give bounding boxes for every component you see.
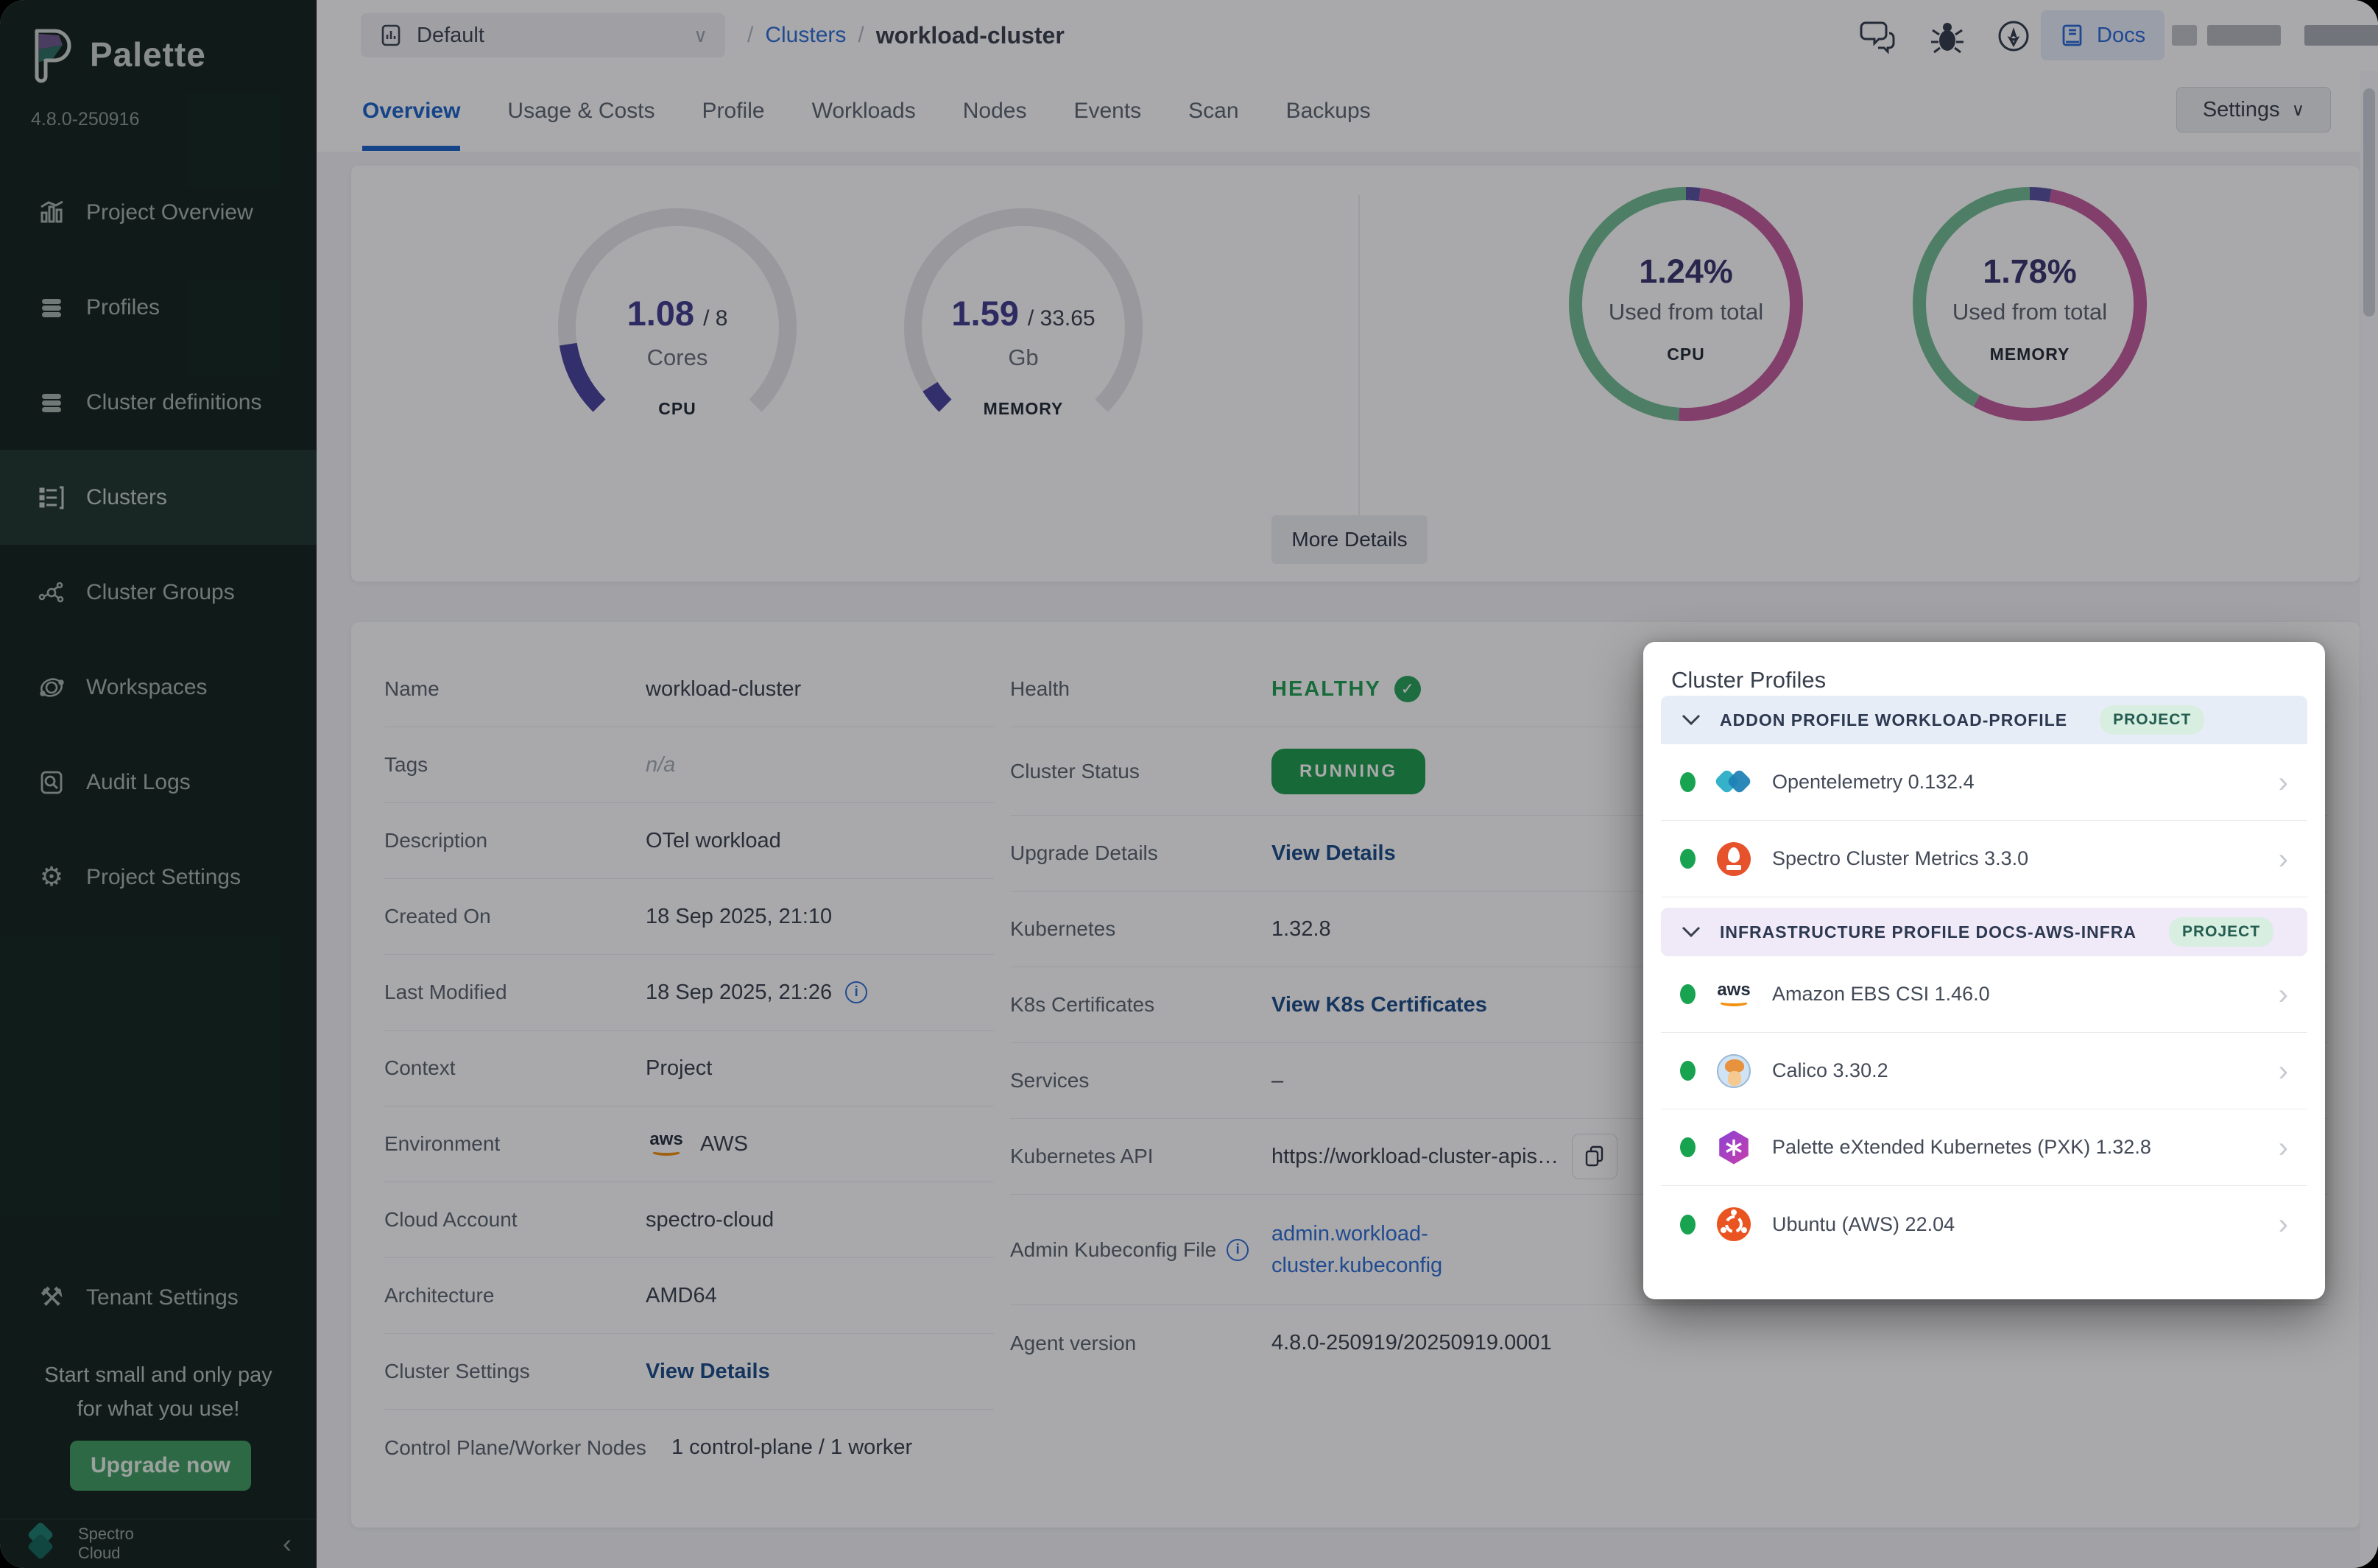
status-dot-green — [1680, 1215, 1696, 1235]
project-badge: PROJECT — [2169, 917, 2273, 947]
profile-item-pxk[interactable]: Palette eXtended Kubernetes (PXK) 1.32.8… — [1661, 1109, 2307, 1186]
status-dot-green — [1680, 1061, 1696, 1081]
profile-item-opentelemetry[interactable]: Opentelemetry 0.132.4 › — [1661, 744, 2307, 821]
profile-item-spectro-cluster-metrics[interactable]: Spectro Cluster Metrics 3.3.0 › — [1661, 821, 2307, 897]
chevron-right-icon: › — [2279, 768, 2288, 797]
chevron-down-icon — [1680, 925, 1702, 939]
profile-item-ubuntu[interactable]: Ubuntu (AWS) 22.04 › — [1661, 1186, 2307, 1262]
chevron-right-icon: › — [2279, 1133, 2288, 1162]
app-window: Palette 4.8.0-250916 Project Overview Pr… — [0, 0, 2378, 1568]
chevron-right-icon: › — [2279, 1209, 2288, 1239]
chevron-down-icon — [1680, 713, 1702, 727]
status-dot-green — [1680, 849, 1696, 869]
status-dot-green — [1680, 772, 1696, 792]
addon-profile-title: ADDON PROFILE WORKLOAD-PROFILE — [1720, 710, 2067, 730]
status-dot-green — [1680, 1137, 1696, 1157]
infrastructure-profile-title: INFRASTRUCTURE PROFILE DOCS-AWS-INFRA — [1720, 922, 2137, 942]
popover-title: Cluster Profiles — [1671, 667, 1826, 693]
ubuntu-logo — [1716, 1207, 1751, 1242]
prometheus-logo — [1716, 841, 1751, 877]
profile-item-label: Ubuntu (AWS) 22.04 — [1772, 1213, 1955, 1236]
profile-item-amazon-ebs-csi[interactable]: aws Amazon EBS CSI 1.46.0 › — [1661, 956, 2307, 1033]
chevron-right-icon: › — [2279, 844, 2288, 874]
chevron-right-icon: › — [2279, 1056, 2288, 1086]
addon-profile-header[interactable]: ADDON PROFILE WORKLOAD-PROFILE PROJECT — [1661, 696, 2307, 744]
infrastructure-profile-header[interactable]: INFRASTRUCTURE PROFILE DOCS-AWS-INFRA PR… — [1661, 908, 2307, 956]
cluster-profiles-popover: Cluster Profiles ADDON PROFILE WORKLOAD-… — [1643, 642, 2325, 1299]
opentelemetry-logo — [1716, 765, 1751, 800]
profile-item-calico[interactable]: Calico 3.30.2 › — [1661, 1033, 2307, 1109]
status-dot-green — [1680, 984, 1696, 1004]
calico-logo — [1716, 1053, 1751, 1089]
profile-item-label: Palette eXtended Kubernetes (PXK) 1.32.8 — [1772, 1136, 2151, 1159]
project-badge: PROJECT — [2100, 705, 2204, 735]
pxk-logo — [1716, 1130, 1751, 1165]
aws-logo: aws — [1716, 977, 1751, 1012]
profile-item-label: Opentelemetry 0.132.4 — [1772, 771, 1975, 794]
profile-item-label: Amazon EBS CSI 1.46.0 — [1772, 983, 1990, 1006]
profile-item-label: Calico 3.30.2 — [1772, 1059, 1888, 1082]
chevron-right-icon: › — [2279, 980, 2288, 1009]
profile-item-label: Spectro Cluster Metrics 3.3.0 — [1772, 847, 2028, 870]
